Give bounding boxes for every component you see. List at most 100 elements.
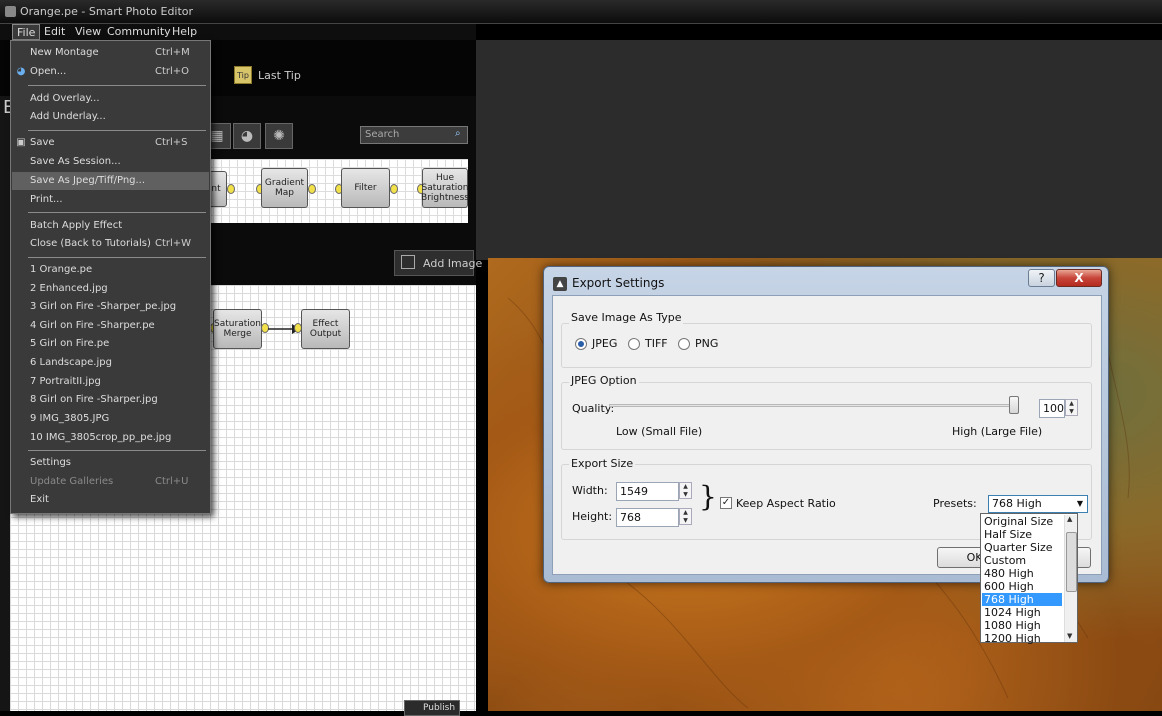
quality-slider-thumb[interactable] — [1009, 396, 1019, 414]
menu-separator — [28, 212, 206, 213]
jpeg-radio[interactable] — [575, 338, 587, 350]
keep-aspect-label[interactable]: Keep Aspect Ratio — [736, 497, 836, 510]
menu-item-new-montage[interactable]: New Montage Ctrl+M — [12, 44, 209, 62]
width-label: Width: — [572, 484, 608, 497]
menu-item-save[interactable]: ▣ Save Ctrl+S — [12, 134, 209, 152]
height-label: Height: — [572, 510, 613, 523]
preset-option[interactable]: 600 High — [982, 580, 1062, 593]
quality-slider[interactable] — [609, 404, 1019, 407]
preset-option[interactable]: 1200 High — [982, 632, 1062, 645]
effect-node-hsb[interactable]: Hue Saturation Brightness — [421, 168, 469, 208]
recent-file-item[interactable]: 1 Orange.pe — [12, 261, 209, 279]
graph-node-saturation-merge[interactable]: Saturation Merge — [213, 309, 262, 349]
quality-label: Quality: — [572, 402, 615, 415]
preset-option[interactable]: 480 High — [982, 567, 1062, 580]
preset-option[interactable]: 1080 High — [982, 619, 1062, 632]
effect-node-filter[interactable]: Filter — [341, 168, 390, 208]
preset-option[interactable]: Custom — [982, 554, 1062, 567]
menu-item-update-galleries: Update Galleries Ctrl+U — [30, 476, 189, 487]
recent-file-item[interactable]: 5 Girl on Fire.pe — [12, 335, 209, 353]
png-radio[interactable] — [678, 338, 690, 350]
recent-file-item[interactable]: 2 Enhanced.jpg — [12, 280, 209, 298]
recent-file-item[interactable]: 6 Landscape.jpg — [12, 354, 209, 372]
save-icon: ▣ — [16, 137, 26, 148]
menu-item-add-underlay[interactable]: Add Underlay... — [12, 108, 209, 126]
low-quality-label: Low (Small File) — [616, 425, 703, 438]
node-port — [390, 184, 398, 194]
dialog-title: Export Settings — [572, 276, 665, 290]
scroll-up-icon[interactable]: ▲ — [1067, 515, 1072, 523]
recent-file-item[interactable]: 7 PortraitII.jpg — [12, 373, 209, 391]
recent-file-item[interactable]: 10 IMG_3805crop_pp_pe.jpg — [12, 429, 209, 447]
brightness-icon[interactable]: ✺ — [265, 123, 293, 149]
app-icon — [5, 6, 16, 17]
recent-file-item[interactable]: 3 Girl on Fire -Sharper_pe.jpg — [12, 298, 209, 316]
menu-item-settings[interactable]: Settings — [12, 454, 209, 472]
preset-option-selected[interactable]: 768 High — [982, 593, 1062, 606]
menu-item-save-as-jpeg[interactable]: Save As Jpeg/Tiff/Png... — [12, 172, 209, 190]
presets-label: Presets: — [933, 497, 977, 510]
preset-option[interactable]: Quarter Size — [982, 541, 1062, 554]
scroll-down-icon[interactable]: ▼ — [1067, 632, 1072, 640]
preset-option[interactable]: 1024 High — [982, 606, 1062, 619]
menu-community[interactable]: Community — [103, 24, 175, 40]
png-radio-label[interactable]: PNG — [695, 337, 718, 350]
menu-item-batch-apply[interactable]: Batch Apply Effect — [12, 217, 209, 235]
type-group-label: Save Image As Type — [569, 311, 684, 324]
menu-edit[interactable]: Edit — [40, 24, 69, 40]
width-spinner[interactable]: ▲ ▼ — [679, 482, 692, 499]
quality-input[interactable]: 100 — [1039, 399, 1065, 418]
search-icon[interactable]: ⌕ — [455, 129, 465, 139]
chevron-down-icon[interactable]: ▼ — [1073, 496, 1087, 512]
jpeg-option-label: JPEG Option — [569, 374, 639, 387]
search-input[interactable]: Search — [360, 126, 468, 144]
preset-option[interactable]: Half Size — [982, 528, 1062, 541]
node-port — [308, 184, 316, 194]
menu-item-close[interactable]: Close (Back to Tutorials) Ctrl+W — [12, 235, 209, 253]
last-tip-button[interactable]: Last Tip — [258, 64, 301, 88]
menu-separator — [28, 450, 206, 451]
tiff-radio[interactable] — [628, 338, 640, 350]
menu-item-save-as-session[interactable]: Save As Session... — [12, 153, 209, 171]
menu-item-exit[interactable]: Exit — [12, 491, 209, 509]
window-title: Orange.pe - Smart Photo Editor — [20, 5, 194, 18]
menu-separator — [28, 130, 206, 131]
menu-help[interactable]: Help — [168, 24, 201, 40]
quality-spinner[interactable]: ▲ ▼ — [1065, 399, 1078, 416]
menu-bar: File Edit View Community Help — [0, 24, 476, 40]
publish-button[interactable]: Publish — [404, 700, 460, 716]
open-icon: ◕ — [16, 66, 26, 77]
recent-file-item[interactable]: 4 Girl on Fire -Sharper.pe — [12, 317, 209, 335]
recent-file-item[interactable]: 8 Girl on Fire -Sharper.jpg — [12, 391, 209, 409]
menu-file[interactable]: File — [12, 24, 41, 40]
tiff-radio-label[interactable]: TIFF — [645, 337, 668, 350]
palette-icon[interactable]: ◕ — [233, 123, 261, 149]
height-spinner[interactable]: ▲ ▼ — [679, 508, 692, 525]
help-button[interactable]: ? — [1028, 269, 1055, 287]
high-quality-label: High (Large File) — [952, 425, 1043, 438]
type-group — [561, 323, 1092, 368]
tip-icon[interactable]: Tip — [234, 66, 252, 84]
close-button[interactable]: X — [1056, 269, 1102, 287]
menu-view[interactable]: View — [71, 24, 105, 40]
height-input[interactable]: 768 — [616, 508, 679, 527]
add-image-icon — [401, 255, 415, 269]
jpeg-option-group — [561, 382, 1092, 450]
preset-option[interactable]: Original Size — [982, 515, 1062, 528]
panel-edge — [0, 96, 10, 711]
file-menu: New Montage Ctrl+M ◕ Open... Ctrl+O Add Ove… — [10, 40, 211, 514]
recent-file-item[interactable]: 9 IMG_3805.JPG — [12, 410, 209, 428]
graph-node-effect-output[interactable]: Effect Output — [301, 309, 350, 349]
effect-node-gradient-map[interactable]: Gradient Map — [261, 168, 308, 208]
export-size-label: Export Size — [569, 457, 636, 470]
menu-separator — [28, 85, 206, 86]
menu-item-open[interactable]: ◕ Open... Ctrl+O — [12, 63, 209, 81]
menu-separator — [28, 257, 206, 258]
presets-dropdown-list: Original Size Half Size Quarter Size Cus… — [980, 513, 1078, 645]
keep-aspect-checkbox[interactable]: ✓ — [720, 497, 732, 509]
dropdown-scroll-thumb[interactable] — [1066, 532, 1077, 592]
menu-item-add-overlay[interactable]: Add Overlay... — [12, 90, 209, 108]
jpeg-radio-label[interactable]: JPEG — [592, 337, 617, 350]
width-input[interactable]: 1549 — [616, 482, 679, 501]
menu-item-print[interactable]: Print... — [12, 191, 209, 209]
